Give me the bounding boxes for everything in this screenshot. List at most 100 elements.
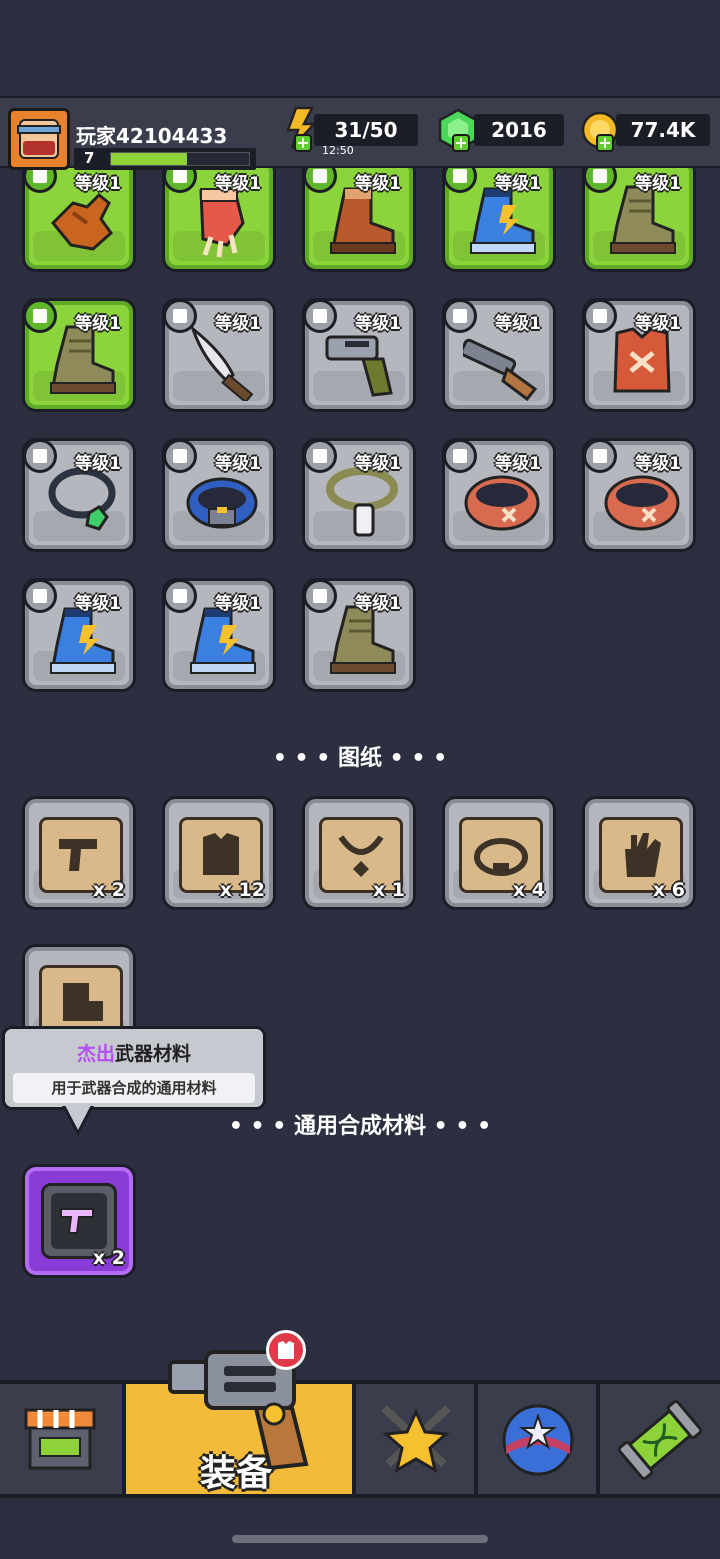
avatar-face-icon [17, 119, 61, 159]
equipment-slot[interactable]: 等级1 [302, 438, 416, 552]
emerald-necklace-icon [43, 463, 121, 541]
blueprints-section-title: • • • 图纸 • • • [272, 746, 448, 771]
gem-counter: 2016 [474, 114, 564, 146]
claw-glove-icon [183, 183, 261, 261]
nav-tab-battle[interactable] [354, 1384, 474, 1494]
military-boot-icon [43, 323, 121, 401]
material-slot[interactable]: x 2 [22, 1164, 136, 1278]
energy-counter: 31/50 [314, 114, 418, 146]
military-boot-icon [323, 603, 401, 681]
blueprint-count: x 6 [652, 879, 685, 901]
brown-boot-icon [323, 183, 401, 261]
xp-bar [110, 152, 250, 166]
boots-type-icon [303, 579, 337, 613]
add-gems-icon[interactable]: + [452, 134, 470, 152]
level-panel: 7 [74, 148, 256, 170]
equipment-slot[interactable]: 等级1 [442, 158, 556, 272]
item-level: 等级1 [215, 454, 261, 474]
equipment-slot[interactable]: 等级1 [162, 298, 276, 412]
player-level: 7 [84, 149, 95, 167]
equipment-slot[interactable]: 等级1 [162, 158, 276, 272]
bottom-nav [0, 1380, 720, 1498]
blue-lightning-boot-icon [183, 603, 261, 681]
nav-tab-talent[interactable] [476, 1384, 596, 1494]
equipment-slot[interactable]: 等级1 [302, 578, 416, 692]
star-orb-icon [502, 1404, 574, 1476]
belt-type-icon [443, 439, 477, 473]
blueprint-slot[interactable]: x 4 [442, 796, 556, 910]
item-level: 等级1 [75, 594, 121, 614]
necklace-type-icon [163, 439, 197, 473]
dna-capsule-icon [618, 1400, 702, 1480]
blueprint-count: x 1 [372, 879, 405, 901]
boots-type-icon [163, 579, 197, 613]
player-name: 玩家42104433 [76, 124, 228, 148]
tooltip-description: 用于武器合成的通用材料 [13, 1073, 255, 1103]
materials-section-title: • • • 通用合成材料 • • • [228, 1114, 492, 1139]
item-level: 等级1 [75, 174, 121, 194]
item-level: 等级1 [355, 454, 401, 474]
equipment-slot[interactable]: 等级1 [582, 158, 696, 272]
equipment-slot[interactable]: 等级1 [162, 438, 276, 552]
equipment-slot[interactable]: 等级1 [302, 158, 416, 272]
equipment-slot[interactable]: 等级1 [582, 298, 696, 412]
blueprint-slot[interactable]: x 6 [582, 796, 696, 910]
shop-icon [24, 1408, 96, 1470]
armor-badge-icon [278, 1341, 294, 1359]
boots-type-icon [23, 299, 57, 333]
military-boot-icon [603, 183, 681, 261]
boots-type-icon [23, 579, 57, 613]
item-level: 等级1 [635, 174, 681, 194]
item-level: 等级1 [215, 314, 261, 334]
weapon-type-icon [163, 299, 197, 333]
belt-type-icon [583, 439, 617, 473]
equipment-slot[interactable]: 等级1 [22, 438, 136, 552]
item-level: 等级1 [355, 594, 401, 614]
equipment-slot[interactable]: 等级1 [22, 578, 136, 692]
equipment-slot[interactable]: 等级1 [442, 438, 556, 552]
add-energy-icon[interactable]: + [294, 134, 312, 152]
item-level: 等级1 [215, 594, 261, 614]
fur-belt-icon [463, 463, 541, 541]
dogtag-necklace-icon [323, 463, 401, 541]
equipment-slot[interactable]: 等级1 [302, 298, 416, 412]
blue-lightning-boot-icon [463, 183, 541, 261]
add-gold-icon[interactable]: + [596, 134, 614, 152]
equipment-slot[interactable]: 等级1 [582, 438, 696, 552]
weapon-type-icon [443, 299, 477, 333]
necklace-blueprint-icon [333, 827, 389, 883]
equipment-slot[interactable]: 等级1 [162, 578, 276, 692]
notification-badge [266, 1330, 306, 1370]
armor-blueprint-icon [193, 827, 249, 883]
star-swords-icon [381, 1405, 451, 1474]
avatar[interactable] [8, 108, 70, 170]
necklace-type-icon [303, 439, 337, 473]
shotgun-icon [460, 323, 541, 402]
item-tooltip: 杰出武器材料 用于武器合成的通用材料 [2, 1026, 266, 1110]
xp-fill [111, 153, 187, 165]
weapon-type-icon [303, 299, 337, 333]
item-level: 等级1 [215, 174, 261, 194]
energy-timer: 12:50 [322, 144, 354, 157]
equipment-slot[interactable]: 等级1 [22, 298, 136, 412]
top-bar: 玩家42104433 7 + 31/50 12:50 + 2016 + 77.4… [0, 96, 720, 170]
gun-blueprint-icon [53, 827, 109, 883]
tooltip-title-rest: 武器材料 [115, 1043, 192, 1065]
item-level: 等级1 [355, 174, 401, 194]
blueprint-slot[interactable]: x 12 [162, 796, 276, 910]
material-count: x 2 [92, 1247, 125, 1269]
blue-lightning-boot-icon [43, 603, 121, 681]
nav-tab-shop[interactable] [0, 1384, 122, 1494]
item-level: 等级1 [495, 314, 541, 334]
tooltip-title-accent: 杰出 [76, 1043, 115, 1065]
nav-tab-gene[interactable] [598, 1384, 720, 1494]
blueprint-slot[interactable]: x 1 [302, 796, 416, 910]
home-indicator [232, 1535, 488, 1543]
machete-icon [183, 323, 261, 404]
belt-blueprint-icon [473, 827, 529, 883]
revolver-icon [323, 323, 401, 401]
equipment-slot[interactable]: 等级1 [442, 298, 556, 412]
fur-belt-icon [603, 463, 681, 541]
blueprint-slot[interactable]: x 2 [22, 796, 136, 910]
equipment-slot[interactable]: 等级1 [22, 158, 136, 272]
